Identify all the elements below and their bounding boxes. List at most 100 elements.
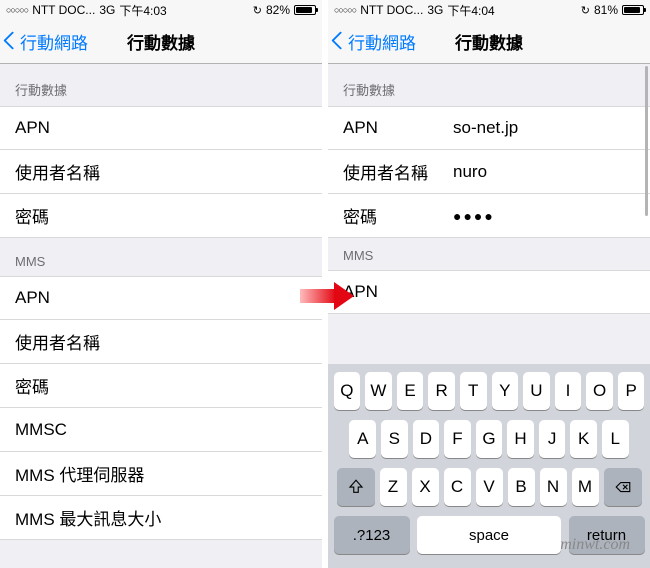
key-t[interactable]: T — [460, 372, 487, 410]
table-row[interactable]: MMS 最大訊息大小 — [0, 496, 322, 540]
phone-left: ○○○○○ NTT DOC... 3G 下午4:03 ↻ 82% 行動網路 行動… — [0, 0, 322, 568]
row-label: 密碼 — [15, 373, 125, 398]
key-q[interactable]: Q — [334, 372, 361, 410]
carrier-label: NTT DOC... — [32, 3, 95, 17]
key-p[interactable]: P — [618, 372, 645, 410]
key-f[interactable]: F — [444, 420, 471, 458]
username-input[interactable] — [125, 162, 322, 182]
battery-pct: 82% — [266, 3, 290, 17]
status-bar: ○○○○○ NTT DOC... 3G 下午4:04 ↻ 81% — [328, 0, 650, 20]
row-label: APN — [343, 118, 453, 138]
table-row[interactable]: APNso-net.jp — [328, 106, 650, 150]
apn-input[interactable]: so-net.jp — [453, 118, 650, 138]
key-u[interactable]: U — [523, 372, 550, 410]
apn-input[interactable] — [125, 118, 322, 138]
backspace-key[interactable] — [604, 468, 642, 506]
network-label: 3G — [99, 3, 115, 17]
signal-icon: ○○○○○ — [6, 5, 28, 15]
row-label: 密碼 — [343, 203, 453, 228]
username-input[interactable]: nuro — [453, 162, 650, 182]
mms-username-input[interactable] — [125, 332, 322, 352]
row-label: 使用者名稱 — [15, 159, 125, 184]
key-h[interactable]: H — [507, 420, 534, 458]
key-z[interactable]: Z — [380, 468, 407, 506]
row-label: 使用者名稱 — [15, 329, 125, 354]
key-n[interactable]: N — [540, 468, 567, 506]
row-label: MMSC — [15, 420, 67, 440]
arrow-icon — [300, 282, 356, 310]
key-k[interactable]: K — [570, 420, 597, 458]
key-y[interactable]: Y — [492, 372, 519, 410]
key-m[interactable]: M — [572, 468, 599, 506]
mms-password-input[interactable] — [125, 376, 322, 396]
mms-apn-input[interactable] — [453, 282, 650, 302]
key-w[interactable]: W — [365, 372, 392, 410]
nav-bar: 行動網路 行動數據 — [0, 20, 322, 64]
status-bar: ○○○○○ NTT DOC... 3G 下午4:03 ↻ 82% — [0, 0, 322, 20]
table-row[interactable]: APN — [328, 270, 650, 314]
row-label: APN — [343, 282, 453, 302]
mms-apn-input[interactable] — [125, 288, 322, 308]
table-row[interactable]: 密碼●●●● — [328, 194, 650, 238]
key-x[interactable]: X — [412, 468, 439, 506]
key-r[interactable]: R — [428, 372, 455, 410]
keyboard-row: Z X C V B N M — [331, 468, 647, 506]
row-label: MMS 代理伺服器 — [15, 461, 144, 486]
battery-icon — [294, 5, 316, 15]
key-s[interactable]: S — [381, 420, 408, 458]
table-row[interactable]: APN — [0, 276, 322, 320]
key-b[interactable]: B — [508, 468, 535, 506]
table-row[interactable]: 密碼 — [0, 364, 322, 408]
carrier-label: NTT DOC... — [360, 3, 423, 17]
row-label: 使用者名稱 — [343, 159, 453, 184]
time-label: 下午4:03 — [119, 2, 166, 19]
settings-list[interactable]: 行動數據 APN 使用者名稱 密碼 MMS APN 使用者名稱 密碼 MMSC … — [0, 64, 322, 568]
section-header: 行動數據 — [0, 64, 322, 106]
chevron-left-icon — [332, 32, 344, 52]
mode-key[interactable]: .?123 — [334, 516, 410, 554]
shift-key[interactable] — [337, 468, 375, 506]
key-g[interactable]: G — [476, 420, 503, 458]
space-key[interactable]: space — [417, 516, 561, 554]
table-row[interactable]: 使用者名稱 — [0, 320, 322, 364]
key-c[interactable]: C — [444, 468, 471, 506]
back-label: 行動網路 — [348, 29, 416, 54]
password-input[interactable]: ●●●● — [453, 208, 650, 224]
table-row[interactable]: MMSC — [0, 408, 322, 452]
key-a[interactable]: A — [349, 420, 376, 458]
row-label: APN — [15, 288, 125, 308]
table-row[interactable]: MMS 代理伺服器 — [0, 452, 322, 496]
section-header: 行動數據 — [328, 64, 650, 106]
row-label: 密碼 — [15, 203, 125, 228]
signal-icon: ○○○○○ — [334, 5, 356, 15]
back-label: 行動網路 — [20, 29, 88, 54]
key-o[interactable]: O — [586, 372, 613, 410]
phone-right: ○○○○○ NTT DOC... 3G 下午4:04 ↻ 81% 行動網路 行動… — [328, 0, 650, 568]
nav-bar: 行動網路 行動數據 — [328, 20, 650, 64]
sync-icon: ↻ — [253, 4, 262, 17]
keyboard-row: A S D F G H J K L — [331, 420, 647, 458]
key-d[interactable]: D — [413, 420, 440, 458]
table-row[interactable]: 使用者名稱nuro — [328, 150, 650, 194]
back-button[interactable]: 行動網路 — [328, 29, 416, 54]
battery-icon — [622, 5, 644, 15]
key-i[interactable]: I — [555, 372, 582, 410]
back-button[interactable]: 行動網路 — [0, 29, 88, 54]
key-l[interactable]: L — [602, 420, 629, 458]
chevron-left-icon — [4, 32, 16, 52]
watermark: minwt.com — [560, 536, 630, 554]
key-j[interactable]: J — [539, 420, 566, 458]
row-label: MMS 最大訊息大小 — [15, 505, 161, 530]
keyboard-row: Q W E R T Y U I O P — [331, 372, 647, 410]
password-input[interactable] — [125, 206, 322, 226]
key-e[interactable]: E — [397, 372, 424, 410]
table-row[interactable]: 密碼 — [0, 194, 322, 238]
table-row[interactable]: 使用者名稱 — [0, 150, 322, 194]
row-label: APN — [15, 118, 125, 138]
network-label: 3G — [427, 3, 443, 17]
section-header: MMS — [328, 238, 650, 270]
table-row[interactable]: APN — [0, 106, 322, 150]
sync-icon: ↻ — [581, 4, 590, 17]
time-label: 下午4:04 — [447, 2, 494, 19]
key-v[interactable]: V — [476, 468, 503, 506]
